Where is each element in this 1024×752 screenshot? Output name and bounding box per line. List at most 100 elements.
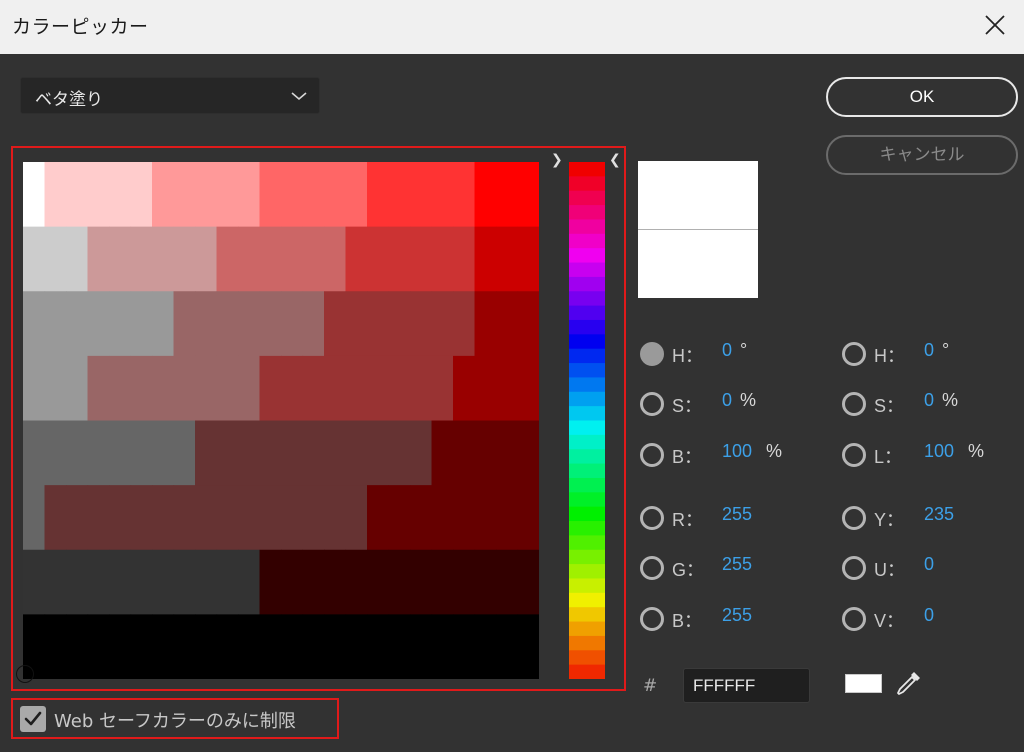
yuv-u-value[interactable]: 0 [924, 554, 934, 575]
color-cell [216, 485, 239, 551]
radio-hsl-l[interactable] [842, 443, 866, 467]
color-cell [302, 226, 325, 292]
color-cell [44, 162, 67, 228]
hsb-h-value[interactable]: 0 [722, 340, 732, 361]
ok-button[interactable]: OK [826, 77, 1018, 117]
color-cell [410, 355, 433, 422]
color-cell [517, 420, 539, 486]
color-cell [130, 485, 153, 551]
color-cell [302, 614, 325, 679]
color-cell [324, 420, 347, 486]
color-cell [453, 420, 476, 486]
color-cell [87, 162, 110, 228]
radio-rgb-r[interactable] [640, 506, 664, 530]
hue-marker-right[interactable]: ❮ [609, 152, 621, 168]
color-cell [345, 420, 368, 486]
color-cell [66, 614, 89, 679]
hsl-s-value[interactable]: 0 [924, 390, 934, 411]
color-cell [238, 549, 261, 615]
web-safe-label[interactable]: Web セーフカラーのみに制限 [54, 707, 296, 733]
rgb-b-value[interactable]: 255 [722, 605, 752, 626]
yuv-y-value[interactable]: 235 [924, 504, 954, 525]
hue-band [569, 176, 605, 192]
color-cell [216, 291, 239, 357]
cancel-button[interactable]: キャンセル [826, 135, 1018, 175]
hsb-s-value[interactable]: 0 [722, 390, 732, 411]
hsb-b-value[interactable]: 100 [722, 441, 752, 462]
color-cell [367, 355, 390, 422]
color-cell [23, 485, 46, 551]
hue-band [569, 334, 605, 350]
color-cell [474, 420, 497, 486]
color-cell [496, 420, 519, 486]
swatch-divider [638, 229, 758, 230]
color-cell [453, 549, 476, 615]
eyedropper-icon[interactable] [892, 668, 924, 700]
color-cell [130, 291, 153, 357]
rgb-g-label: G： [672, 560, 705, 580]
color-cell [152, 162, 175, 228]
color-cell [345, 614, 368, 679]
hue-band [569, 635, 605, 651]
hue-band [569, 549, 605, 565]
color-cell [173, 162, 196, 228]
color-cell [474, 485, 497, 551]
color-cell [388, 485, 411, 551]
color-cell [44, 355, 67, 422]
radio-hsl-s[interactable] [842, 392, 866, 416]
hue-marker-left[interactable]: ❯ [551, 152, 563, 168]
color-cell [324, 226, 347, 292]
hue-band [569, 305, 605, 321]
rgb-g-value[interactable]: 255 [722, 554, 752, 575]
color-cell [410, 614, 433, 679]
radio-yuv-u[interactable] [842, 556, 866, 580]
color-cell [195, 420, 218, 486]
color-cell [23, 162, 46, 228]
color-cell [496, 355, 519, 422]
current-color-chip [845, 674, 882, 693]
color-cell [195, 291, 218, 357]
color-cell [324, 355, 347, 422]
rgb-r-value[interactable]: 255 [722, 504, 752, 525]
yuv-v-value[interactable]: 0 [924, 605, 934, 626]
radio-hsb-b[interactable] [640, 443, 664, 467]
color-cell [324, 549, 347, 615]
color-cell [259, 485, 282, 551]
hsl-h-value[interactable]: 0 [924, 340, 934, 361]
radio-rgb-b[interactable] [640, 607, 664, 631]
color-cell [281, 226, 304, 292]
hue-band [569, 650, 605, 666]
color-cell [66, 162, 89, 228]
color-cell [517, 614, 539, 679]
fill-type-dropdown[interactable]: ベタ塗り [20, 77, 320, 114]
color-cell [109, 485, 132, 551]
web-safe-checkbox[interactable] [20, 706, 46, 732]
color-cell [431, 420, 454, 486]
color-field[interactable] [23, 162, 539, 679]
color-cell [44, 291, 67, 357]
radio-hsb-h[interactable] [640, 342, 664, 366]
color-cell [87, 226, 110, 292]
color-field-cursor[interactable] [16, 665, 34, 683]
radio-yuv-y[interactable] [842, 506, 866, 530]
color-cell [152, 614, 175, 679]
radio-yuv-v[interactable] [842, 607, 866, 631]
color-cell [130, 420, 153, 486]
color-cell [496, 549, 519, 615]
radio-rgb-g[interactable] [640, 556, 664, 580]
color-cell [281, 162, 304, 228]
color-cell [410, 226, 433, 292]
radio-hsb-s[interactable] [640, 392, 664, 416]
hsl-l-value[interactable]: 100 [924, 441, 954, 462]
hue-band [569, 564, 605, 580]
color-cell [453, 162, 476, 228]
color-cell [130, 355, 153, 422]
radio-hsl-h[interactable] [842, 342, 866, 366]
color-cell [66, 485, 89, 551]
hex-input[interactable] [683, 668, 810, 703]
hue-slider[interactable] [569, 162, 605, 679]
hue-band [569, 449, 605, 465]
hue-band [569, 190, 605, 206]
color-cell [259, 162, 282, 228]
close-button[interactable] [978, 10, 1010, 42]
